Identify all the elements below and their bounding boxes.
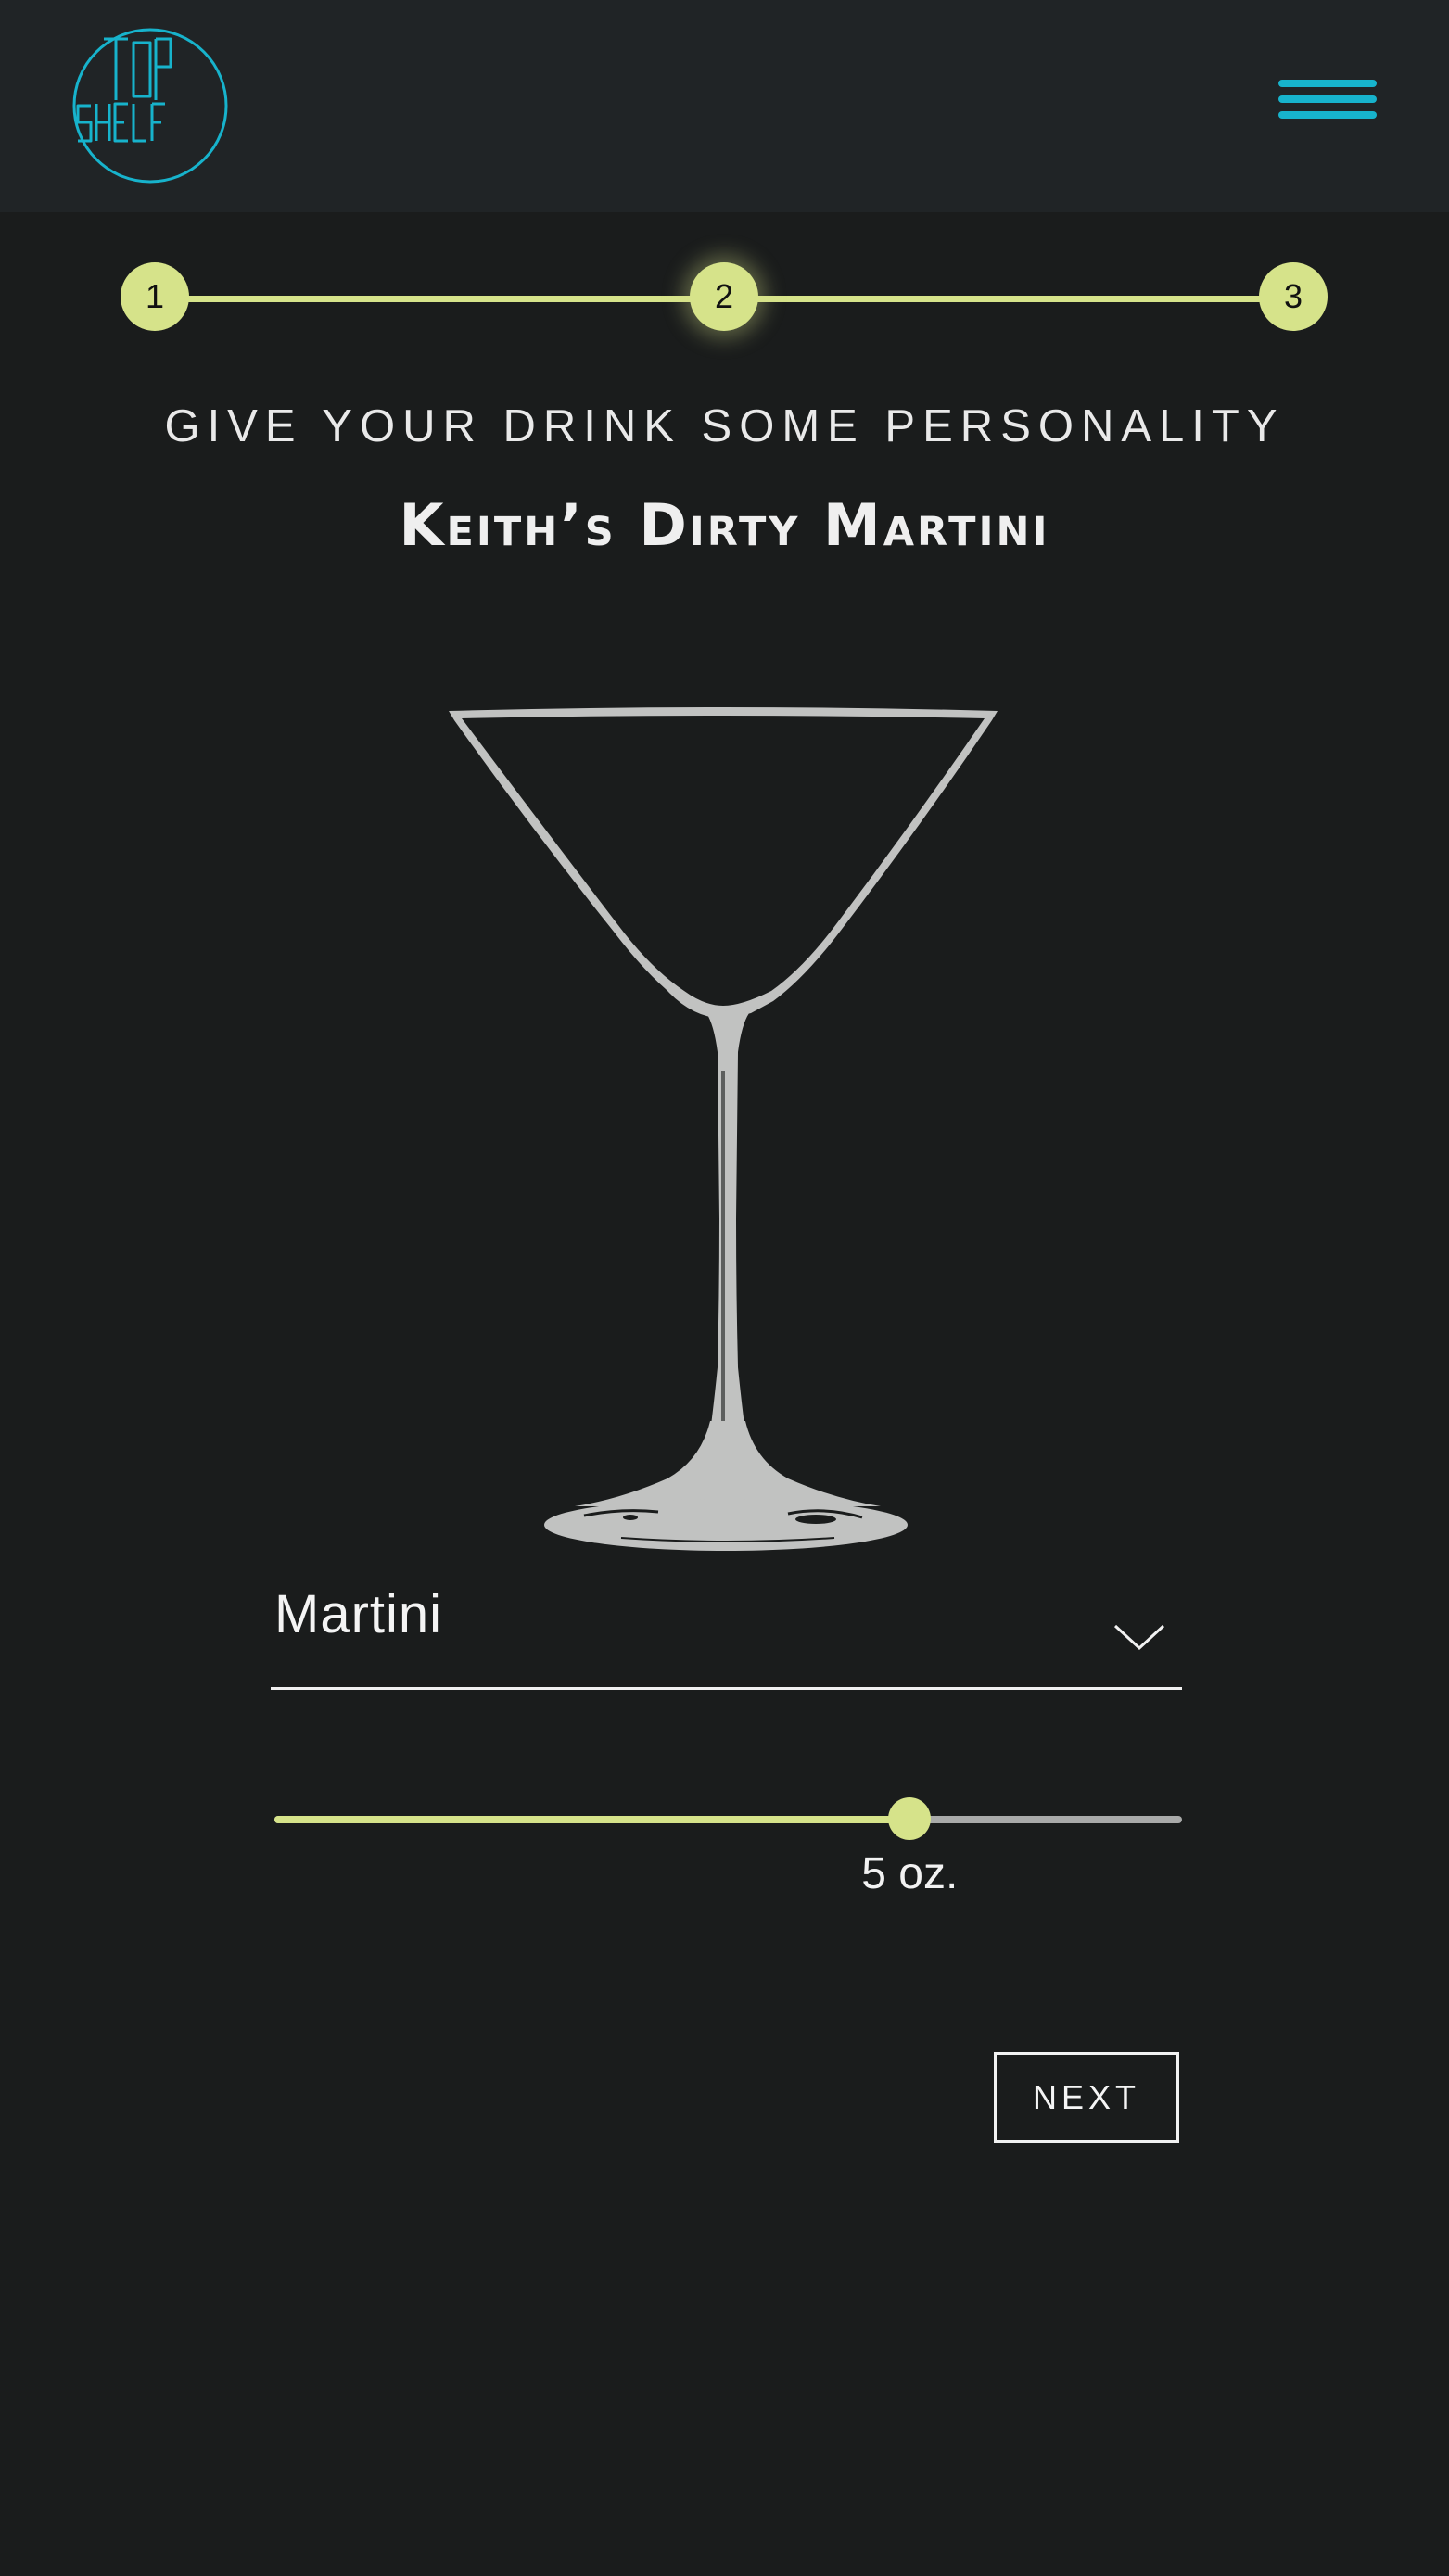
volume-slider[interactable] — [274, 1794, 1182, 1849]
step-3[interactable]: 3 — [1259, 262, 1328, 331]
menu-icon-bar — [1278, 111, 1377, 119]
logo-text: TOP SHELF — [70, 185, 71, 186]
slider-thumb[interactable] — [888, 1797, 932, 1840]
slider-fill — [274, 1816, 910, 1823]
chevron-down-icon — [1113, 1622, 1165, 1652]
top-header: TOP SHELF — [0, 0, 1449, 212]
drink-name-title: Keith’s Dirty Martini — [399, 491, 1050, 559]
martini-glass-illustration — [436, 700, 1010, 1562]
logo-icon — [72, 28, 228, 184]
next-button[interactable]: NEXT — [994, 2052, 1179, 2143]
hamburger-menu-icon — [1278, 80, 1377, 87]
page-subtitle: GIVE YOUR DRINK SOME PERSONALITY — [164, 401, 1285, 451]
glass-type-value: Martini — [274, 1584, 443, 1644]
top-shelf-logo[interactable]: TOP SHELF — [70, 26, 230, 185]
step-2-current[interactable]: 2 — [690, 262, 758, 331]
volume-value-label: 5 oz. — [861, 1849, 959, 1898]
glass-type-select[interactable]: Martini — [271, 1576, 1182, 1690]
menu-icon-bar — [1278, 95, 1377, 103]
step-1[interactable]: 1 — [121, 262, 189, 331]
app-screen: TOP SHELF 1 2 3 GIVE YOUR DRINK SOME PER… — [0, 0, 1449, 2576]
hamburger-menu-button[interactable] — [1272, 74, 1383, 135]
progress-stepper: 1 2 3 — [117, 262, 1331, 336]
martini-glass-icon — [449, 707, 998, 1551]
